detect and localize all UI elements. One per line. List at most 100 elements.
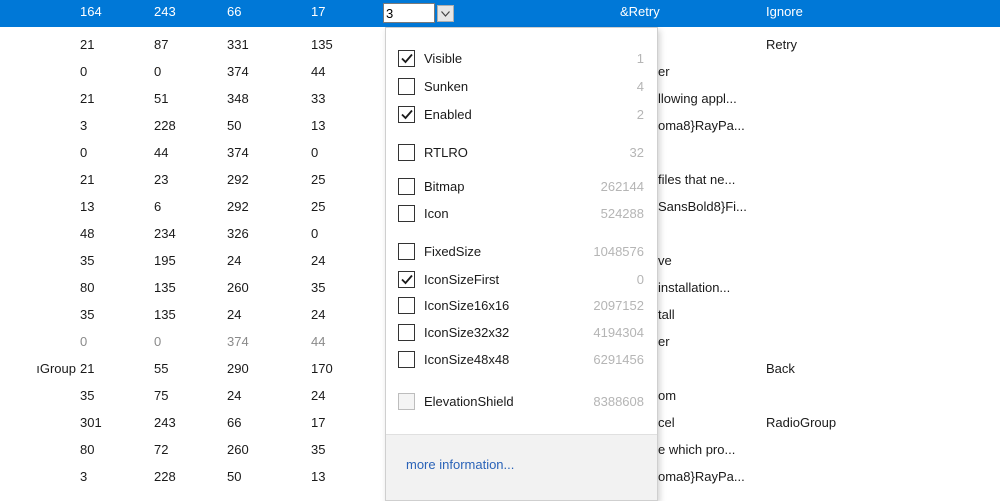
flag-item-elevationshield[interactable]: ElevationShield 8388608 xyxy=(398,391,656,413)
flag-item-iconsize48x48[interactable]: IconSize48x48 6291456 xyxy=(398,349,656,371)
flag-value: 2 xyxy=(636,107,644,122)
table-cell xyxy=(766,195,886,222)
table-cell: 44 xyxy=(311,64,326,79)
table-cell: 35 xyxy=(80,307,95,322)
flag-value: 8388608 xyxy=(593,394,644,409)
table-cell: RadioGroup xyxy=(766,415,837,430)
table-cell: 24 xyxy=(311,388,326,403)
table-cell: 21 xyxy=(80,172,95,187)
table-cell: 35 xyxy=(80,253,95,268)
flag-checkbox[interactable] xyxy=(398,50,415,67)
table-cell: 50 xyxy=(227,469,242,484)
table-cell: 23 xyxy=(154,172,169,187)
flag-checkbox[interactable] xyxy=(398,178,415,195)
table-cell: 348 xyxy=(227,91,249,106)
table-cell: 301 xyxy=(80,415,102,430)
table-cell: 243 xyxy=(154,4,176,19)
table-cell xyxy=(0,330,76,357)
flag-checkbox[interactable] xyxy=(398,351,415,368)
table-cell xyxy=(766,438,886,465)
flag-checkbox[interactable] xyxy=(398,297,415,314)
table-cell: 374 xyxy=(227,145,249,160)
flag-item-iconsize32x32[interactable]: IconSize32x32 4194304 xyxy=(398,322,656,344)
table-cell: e which pro... xyxy=(658,442,736,457)
table-cell: 0 xyxy=(80,334,88,349)
table-cell xyxy=(0,276,76,303)
flag-value: 6291456 xyxy=(593,352,644,367)
table-cell: 234 xyxy=(154,226,176,241)
table-cell: 24 xyxy=(227,307,242,322)
table-cell xyxy=(0,384,76,411)
table-row[interactable]: 164 243 66 17 Ignore &Retry xyxy=(0,0,1000,27)
table-cell: 3 xyxy=(80,469,88,484)
table-cell: 17 xyxy=(311,4,326,19)
table-cell: ıGroup xyxy=(36,361,76,376)
table-cell xyxy=(658,222,766,249)
flag-item-rtlro[interactable]: RTLRO 32 xyxy=(398,142,656,164)
flag-label: ElevationShield xyxy=(424,394,514,409)
table-cell xyxy=(0,60,76,87)
flag-item-iconsizefirst[interactable]: IconSizeFirst 0 xyxy=(398,269,656,291)
table-cell xyxy=(766,384,886,411)
table-cell: 33 xyxy=(311,91,326,106)
attributes-dropdown-button[interactable] xyxy=(437,5,454,22)
flag-value: 32 xyxy=(629,145,644,160)
table-cell: 331 xyxy=(227,37,249,52)
flag-item-sunken[interactable]: Sunken 4 xyxy=(398,76,656,98)
table-cell xyxy=(766,303,886,330)
flag-checkbox[interactable] xyxy=(398,243,415,260)
table-cell: 6 xyxy=(154,199,162,214)
table-cell: 44 xyxy=(154,145,169,160)
table-cell xyxy=(0,0,76,27)
table-cell xyxy=(0,168,76,195)
flag-item-bitmap[interactable]: Bitmap 262144 xyxy=(398,176,656,198)
table-cell xyxy=(766,276,886,303)
flag-value: 4194304 xyxy=(593,325,644,340)
flag-item-fixedsize[interactable]: FixedSize 1048576 xyxy=(398,241,656,263)
table-cell: 292 xyxy=(227,172,249,187)
table-cell: 55 xyxy=(154,361,169,376)
table-cell: er xyxy=(658,334,670,349)
table-cell: oma8}RayPa... xyxy=(658,469,745,484)
flag-checkbox[interactable] xyxy=(398,144,415,161)
flag-value: 524288 xyxy=(600,206,644,221)
table-cell: 66 xyxy=(227,415,242,430)
table-cell: 21 xyxy=(80,91,95,106)
checkmark-icon xyxy=(401,274,413,285)
table-cell: 135 xyxy=(154,280,176,295)
table-cell: Retry xyxy=(766,37,798,52)
flag-checkbox[interactable] xyxy=(398,205,415,222)
table-cell: 35 xyxy=(311,442,326,457)
table-cell: 0 xyxy=(80,145,88,160)
table-cell xyxy=(0,87,76,114)
flag-item-visible[interactable]: Visible 1 xyxy=(398,48,656,70)
flag-item-enabled[interactable]: Enabled 2 xyxy=(398,104,656,126)
table-cell: 13 xyxy=(80,199,95,214)
table-cell: 0 xyxy=(311,226,319,241)
flag-item-iconsize16x16[interactable]: IconSize16x16 2097152 xyxy=(398,295,656,317)
flag-label: IconSize16x16 xyxy=(424,298,510,313)
flag-label: Enabled xyxy=(424,107,472,122)
flag-checkbox[interactable] xyxy=(398,271,415,288)
flag-item-icon[interactable]: Icon 524288 xyxy=(398,203,656,225)
flag-checkbox[interactable] xyxy=(398,324,415,341)
table-cell xyxy=(0,249,76,276)
table-cell: 24 xyxy=(311,253,326,268)
table-cell: 87 xyxy=(154,37,169,52)
flag-label: RTLRO xyxy=(424,145,468,160)
attributes-input[interactable] xyxy=(383,3,435,23)
table-cell: 21 xyxy=(80,361,95,376)
table-cell xyxy=(766,168,886,195)
flag-checkbox[interactable] xyxy=(398,106,415,123)
flag-checkbox[interactable] xyxy=(398,393,415,410)
table-cell: 24 xyxy=(227,253,242,268)
table-cell xyxy=(766,222,886,249)
table-cell: 0 xyxy=(154,334,162,349)
table-cell: 13 xyxy=(311,469,326,484)
flag-value: 0 xyxy=(636,272,644,287)
more-information-link[interactable]: more information... xyxy=(406,457,514,472)
table-cell: 170 xyxy=(311,361,333,376)
table-cell: ve xyxy=(658,253,672,268)
flag-checkbox[interactable] xyxy=(398,78,415,95)
flag-value: 1 xyxy=(636,51,644,66)
